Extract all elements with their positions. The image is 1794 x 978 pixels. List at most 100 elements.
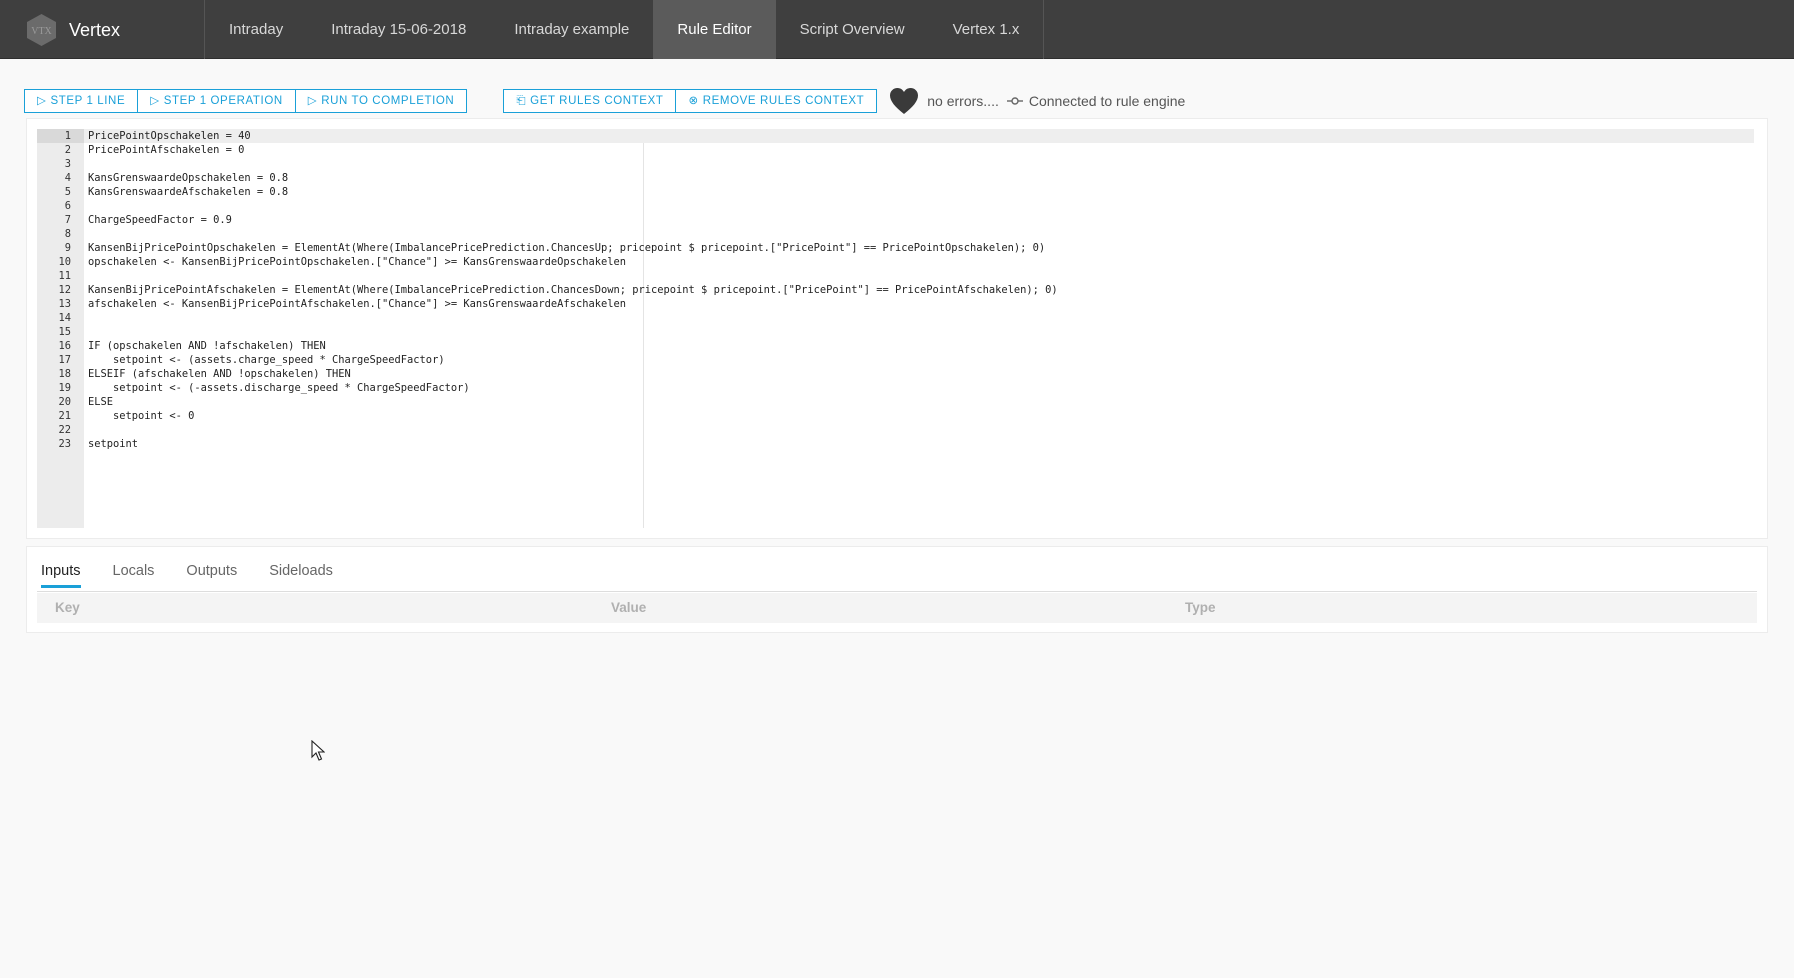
code-line[interactable]: opschakelen <- KansenBijPricePointOpscha…: [84, 255, 1784, 269]
line-number: 12: [58, 284, 71, 296]
line-number: 9: [64, 242, 71, 254]
code-line[interactable]: PricePointOpschakelen = 40: [84, 129, 1754, 143]
vertex-logo-icon: VTX: [27, 14, 56, 46]
line-number: 16: [58, 340, 71, 352]
code-line[interactable]: [84, 325, 1784, 339]
line-number: 20: [58, 396, 71, 408]
line-number: 19: [58, 382, 71, 394]
step-1-line-button[interactable]: ▷ STEP 1 LINE: [24, 89, 139, 113]
play-icon: ▷: [150, 95, 160, 107]
code-line[interactable]: ELSE: [84, 395, 1784, 409]
code-line[interactable]: [84, 227, 1784, 241]
step-1-operation-button[interactable]: ▷ STEP 1 OPERATION: [137, 89, 296, 113]
code-editor[interactable]: PricePointOpschakelen = 40 PricePointAfsc…: [84, 129, 1784, 528]
line-number: 3: [64, 158, 71, 170]
column-header-value[interactable]: Value: [611, 600, 646, 615]
code-line-text: KansGrenswaardeOpschakelen = 0.8: [88, 172, 289, 184]
line-number: 17: [58, 354, 71, 366]
tab-inputs[interactable]: Inputs: [41, 563, 81, 588]
logo-text: VTX: [31, 26, 52, 37]
code-line[interactable]: KansGrenswaardeAfschakelen = 0.8: [84, 185, 1784, 199]
error-status-text: no errors....: [927, 93, 999, 109]
code-line-text: KansGrenswaardeAfschakelen = 0.8: [88, 186, 289, 198]
nav-rule-editor[interactable]: Rule Editor: [653, 0, 776, 59]
debug-toolbar: ▷ STEP 1 LINE ▷ STEP 1 OPERATION ▷ RUN TO C…: [24, 88, 1185, 114]
line-number: 4: [64, 172, 71, 184]
code-line[interactable]: afschakelen <- KansenBijPricePointAfscha…: [84, 297, 1784, 311]
step-1-line-label: STEP 1 LINE: [50, 95, 126, 107]
code-line[interactable]: PricePointAfschakelen = 0: [84, 143, 1784, 157]
step-button-group: ▷ STEP 1 LINE ▷ STEP 1 OPERATION ▷ RUN TO C…: [24, 89, 468, 113]
code-line-text: setpoint <- 0: [88, 410, 195, 422]
tabs-divider: [37, 591, 1757, 592]
code-line-text: afschakelen <- KansenBijPricePointAfscha…: [88, 298, 626, 310]
code-line-text: ELSEIF (afschakelen AND !opschakelen) TH…: [88, 368, 351, 380]
line-number: 22: [58, 424, 71, 436]
play-icon: ▷: [307, 95, 318, 107]
code-line-text: ChargeSpeedFactor = 0.9: [88, 214, 232, 226]
line-number: 1: [37, 129, 84, 143]
code-line[interactable]: KansenBijPricePointAfschakelen = Element…: [84, 283, 1784, 297]
code-line-text: PricePointAfschakelen = 0: [88, 144, 245, 156]
code-line[interactable]: ELSEIF (afschakelen AND !opschakelen) TH…: [84, 367, 1784, 381]
code-line[interactable]: KansGrenswaardeOpschakelen = 0.8: [84, 171, 1784, 185]
code-line-text: IF (opschakelen AND !afschakelen) THEN: [88, 340, 326, 352]
nav-intraday-example[interactable]: Intraday example: [490, 0, 653, 59]
code-editor-panel: 1 2 3 4 5 6 7 8 9 10 11 12 13 14 15 16 17 18 19 20 21 22 23 Pr…: [26, 118, 1768, 539]
column-header-key[interactable]: Key: [55, 600, 80, 615]
code-line-text: setpoint <- (assets.charge_speed * Charg…: [88, 354, 445, 366]
tab-locals[interactable]: Locals: [113, 563, 155, 588]
download-icon: ⎗: [516, 95, 527, 107]
line-number: 18: [58, 368, 71, 380]
code-line[interactable]: [84, 157, 1784, 171]
line-number: 14: [58, 312, 71, 324]
connection-icon: [1006, 97, 1023, 105]
main-nav: Intraday Intraday 15-06-2018 Intraday ex…: [204, 0, 1045, 59]
get-rules-context-label: GET RULES CONTEXT: [530, 95, 664, 107]
code-line[interactable]: setpoint <- 0: [84, 409, 1784, 423]
heart-icon: [890, 88, 919, 114]
line-number: 7: [64, 214, 71, 226]
brand[interactable]: VTX Vertex: [25, 13, 120, 47]
app-name: Vertex: [69, 19, 121, 40]
code-line[interactable]: setpoint <- (assets.charge_speed * Charg…: [84, 353, 1784, 367]
tab-sideloads[interactable]: Sideloads: [269, 563, 333, 588]
tab-outputs[interactable]: Outputs: [186, 563, 237, 588]
code-line[interactable]: [84, 269, 1784, 283]
column-header-type[interactable]: Type: [1185, 600, 1216, 615]
get-rules-context-button[interactable]: ⎗ GET RULES CONTEXT: [503, 89, 677, 113]
code-line-text: setpoint <- (-assets.discharge_speed * C…: [88, 382, 470, 394]
code-line[interactable]: KansenBijPricePointOpschakelen = Element…: [84, 241, 1784, 255]
code-line[interactable]: [84, 311, 1784, 325]
run-to-completion-label: RUN TO COMPLETION: [321, 95, 455, 107]
line-number: 13: [58, 298, 71, 310]
code-line-text: setpoint: [88, 438, 139, 450]
play-icon: ▷: [37, 95, 47, 107]
line-number: 8: [64, 228, 71, 240]
line-number: 5: [64, 186, 71, 198]
code-line-text: KansenBijPricePointOpschakelen = Element…: [88, 242, 1046, 254]
code-line[interactable]: ChargeSpeedFactor = 0.9: [84, 213, 1784, 227]
nav-script-overview[interactable]: Script Overview: [776, 0, 929, 59]
code-line[interactable]: IF (opschakelen AND !afschakelen) THEN: [84, 339, 1784, 353]
step-1-operation-label: STEP 1 OPERATION: [163, 95, 283, 107]
code-line[interactable]: [84, 423, 1784, 437]
mouse-pointer-icon: [311, 740, 325, 761]
run-to-completion-button[interactable]: ▷ RUN TO COMPLETION: [294, 89, 468, 113]
nav-vertex-1x[interactable]: Vertex 1.x: [929, 0, 1044, 59]
nav-intraday[interactable]: Intraday: [205, 0, 307, 59]
code-line-text: KansenBijPricePointAfschakelen = Element…: [88, 284, 1058, 296]
remove-rules-context-button[interactable]: ⊗ REMOVE RULES CONTEXT: [675, 89, 878, 113]
code-line[interactable]: [84, 199, 1784, 213]
remove-circle-icon: ⊗: [688, 95, 699, 107]
line-number: 23: [58, 438, 71, 450]
code-line[interactable]: setpoint <- (-assets.discharge_speed * C…: [84, 381, 1784, 395]
code-line[interactable]: setpoint: [84, 437, 1784, 451]
nav-intraday-15-06-2018[interactable]: Intraday 15-06-2018: [307, 0, 490, 59]
